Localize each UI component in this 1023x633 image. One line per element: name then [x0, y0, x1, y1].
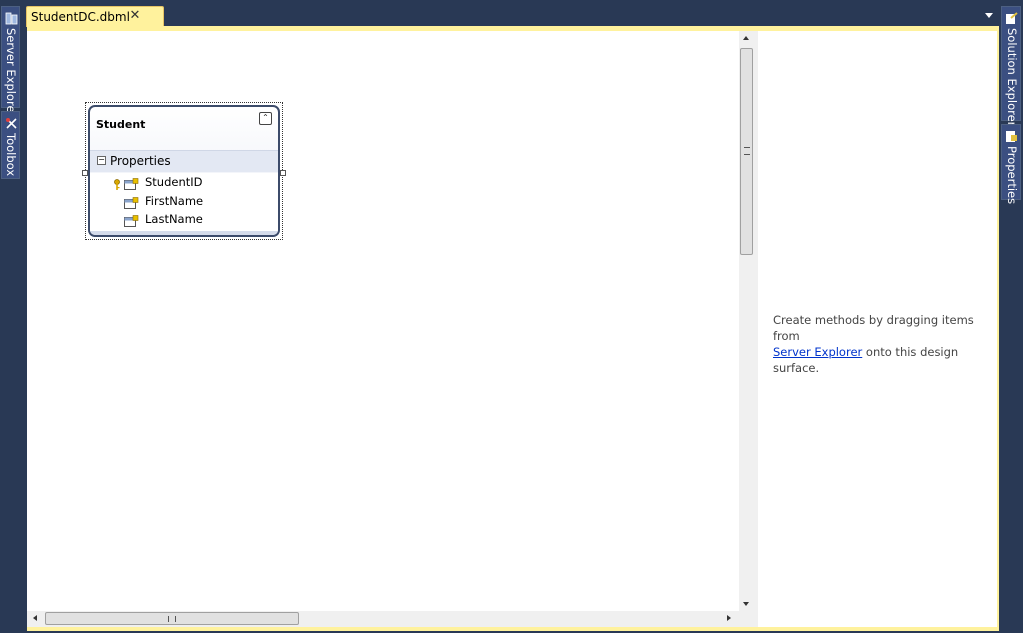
methods-hint-text: Create methods by dragging items from: [773, 313, 974, 343]
solution-explorer-label: Solution Explorer: [1005, 28, 1019, 127]
collapse-entity-button[interactable]: ⌃: [259, 112, 272, 125]
property-label: StudentID: [145, 175, 203, 189]
methods-pane[interactable]: Create methods by dragging items from Se…: [758, 31, 997, 627]
collapse-section-icon[interactable]: −: [97, 156, 106, 165]
property-icon: [124, 175, 139, 190]
close-icon[interactable]: ✕: [127, 8, 143, 24]
scroll-right-icon[interactable]: [727, 615, 731, 621]
right-auto-hide-bar: Solution Explorer Properties: [999, 0, 1023, 633]
document-list-dropdown-icon[interactable]: [985, 13, 993, 18]
properties-tab[interactable]: Properties: [1001, 124, 1021, 204]
properties-section-label: Properties: [110, 154, 171, 168]
property-icon: [124, 194, 139, 209]
server-explorer-label: Server Explorer: [4, 28, 18, 118]
document-tab[interactable]: StudentDC.dbml ✕: [26, 6, 164, 27]
entity-box[interactable]: Student ⌃ − Properties StudentID FirstNa…: [88, 105, 280, 237]
design-surface[interactable]: Student ⌃ − Properties StudentID FirstNa…: [27, 31, 739, 617]
horizontal-scroll-thumb[interactable]: [45, 612, 299, 625]
document-tab-label: StudentDC.dbml: [31, 10, 130, 24]
properties-section-header[interactable]: − Properties: [90, 150, 278, 172]
scroll-up-icon[interactable]: [743, 36, 749, 40]
grip-icon: [744, 147, 750, 155]
server-explorer-icon: [5, 10, 18, 25]
entity-title: Student: [96, 118, 146, 131]
methods-hint: Create methods by dragging items from Se…: [773, 312, 997, 376]
property-list: StudentID FirstName LastName: [90, 173, 278, 231]
grip-icon: [168, 616, 176, 622]
vertical-scroll-thumb[interactable]: [740, 48, 753, 255]
primary-key-icon: [113, 176, 121, 190]
property-icon: [124, 212, 139, 227]
property-row[interactable]: StudentID: [90, 173, 278, 191]
resize-handle-right[interactable]: [280, 170, 286, 176]
property-label: LastName: [145, 212, 203, 226]
document-frame: Student ⌃ − Properties StudentID FirstNa…: [27, 26, 999, 631]
property-row[interactable]: FirstName: [90, 192, 278, 210]
properties-icon: [1005, 128, 1018, 142]
scroll-down-icon[interactable]: [743, 602, 749, 606]
server-explorer-link[interactable]: Server Explorer: [773, 345, 862, 359]
left-auto-hide-bar: Server Explorer Toolbox: [0, 0, 20, 633]
toolbox-label: Toolbox: [4, 133, 18, 177]
properties-label: Properties: [1005, 146, 1019, 205]
solution-explorer-icon: [1005, 10, 1018, 24]
horizontal-scrollbar[interactable]: [27, 611, 739, 627]
scroll-left-icon[interactable]: [33, 615, 37, 621]
server-explorer-tab[interactable]: Server Explorer: [1, 6, 20, 117]
document-tab-strip: StudentDC.dbml ✕: [20, 0, 999, 27]
scrollbar-corner: [739, 611, 755, 627]
toolbox-tab[interactable]: Toolbox: [1, 111, 20, 179]
property-row[interactable]: LastName: [90, 210, 278, 228]
entity-footer: [90, 231, 278, 235]
vertical-scrollbar[interactable]: [739, 31, 755, 611]
solution-explorer-tab[interactable]: Solution Explorer: [1001, 6, 1021, 126]
property-label: FirstName: [145, 194, 204, 208]
toolbox-icon: [5, 115, 18, 129]
